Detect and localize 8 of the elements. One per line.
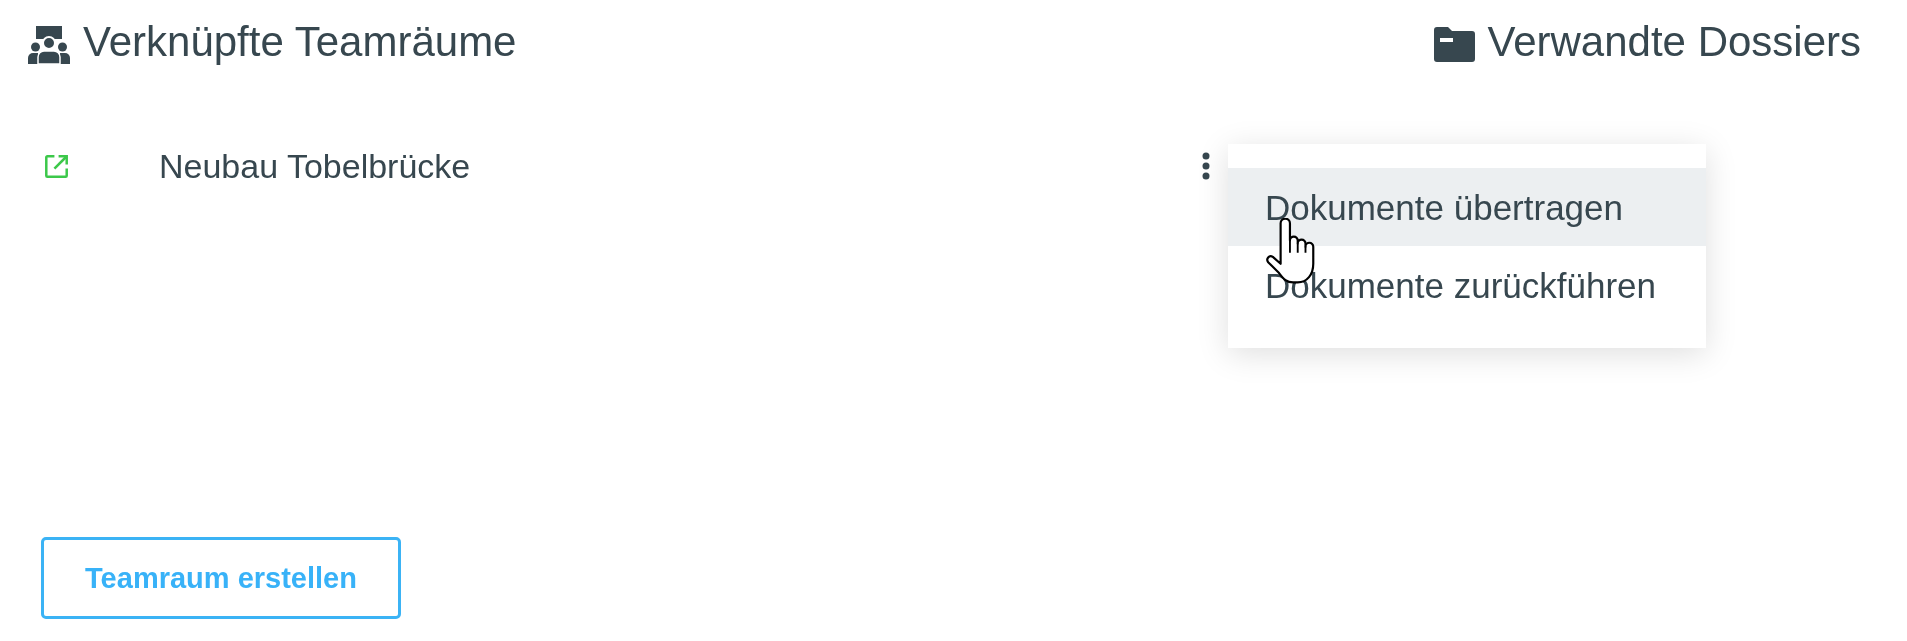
section-title: Verwandte Dossiers	[1487, 21, 1861, 63]
teamroom-name: Neubau Tobelbrücke	[159, 149, 471, 183]
menu-item[interactable]: Dokumente zurückführen	[1228, 246, 1706, 324]
more-options-icon[interactable]	[1202, 152, 1210, 180]
folder-icon	[1434, 27, 1476, 62]
section-title: Verknüpfte Teamräume	[83, 21, 517, 63]
group-icon	[28, 26, 70, 64]
menu-item[interactable]: Dokumente übertragen	[1228, 168, 1706, 246]
